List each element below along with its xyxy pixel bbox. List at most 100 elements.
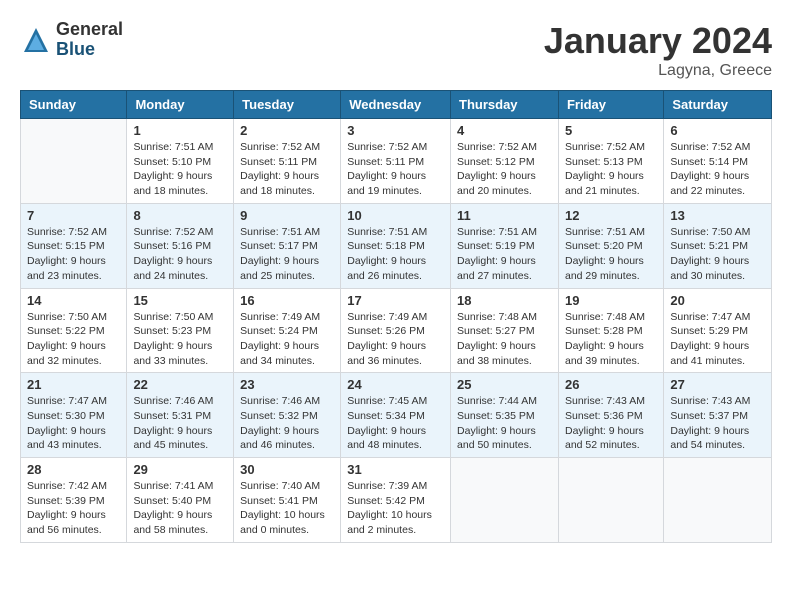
day-number: 15 — [133, 293, 227, 308]
calendar-cell: 16 Sunrise: 7:49 AM Sunset: 5:24 PM Dayli… — [234, 288, 341, 373]
day-info: Sunrise: 7:44 AM Sunset: 5:35 PM Dayligh… — [457, 394, 552, 453]
day-info: Sunrise: 7:50 AM Sunset: 5:23 PM Dayligh… — [133, 310, 227, 369]
logo-general: General — [56, 20, 123, 40]
day-info: Sunrise: 7:50 AM Sunset: 5:22 PM Dayligh… — [27, 310, 120, 369]
calendar-cell: 8 Sunrise: 7:52 AM Sunset: 5:16 PM Daylig… — [127, 203, 234, 288]
day-number: 5 — [565, 123, 657, 138]
col-header-friday: Friday — [558, 91, 663, 119]
logo: General Blue — [20, 20, 123, 60]
calendar-cell: 21 Sunrise: 7:47 AM Sunset: 5:30 PM Dayli… — [21, 373, 127, 458]
day-info: Sunrise: 7:52 AM Sunset: 5:13 PM Dayligh… — [565, 140, 657, 199]
day-info: Sunrise: 7:42 AM Sunset: 5:39 PM Dayligh… — [27, 479, 120, 538]
day-info: Sunrise: 7:48 AM Sunset: 5:28 PM Dayligh… — [565, 310, 657, 369]
day-number: 25 — [457, 377, 552, 392]
day-info: Sunrise: 7:52 AM Sunset: 5:16 PM Dayligh… — [133, 225, 227, 284]
day-info: Sunrise: 7:39 AM Sunset: 5:42 PM Dayligh… — [347, 479, 444, 538]
calendar-cell: 13Sunrise: 7:50 AM Sunset: 5:21 PM Dayli… — [664, 203, 772, 288]
calendar-cell: 23 Sunrise: 7:46 AM Sunset: 5:32 PM Dayli… — [234, 373, 341, 458]
calendar-cell: 26Sunrise: 7:43 AM Sunset: 5:36 PM Dayli… — [558, 373, 663, 458]
col-header-thursday: Thursday — [451, 91, 559, 119]
day-number: 30 — [240, 462, 334, 477]
day-info: Sunrise: 7:48 AM Sunset: 5:27 PM Dayligh… — [457, 310, 552, 369]
day-info: Sunrise: 7:52 AM Sunset: 5:11 PM Dayligh… — [347, 140, 444, 199]
week-row-5: 28 Sunrise: 7:42 AM Sunset: 5:39 PM Dayli… — [21, 458, 772, 543]
logo-text: General Blue — [56, 20, 123, 60]
day-info: Sunrise: 7:40 AM Sunset: 5:41 PM Dayligh… — [240, 479, 334, 538]
day-number: 10 — [347, 208, 444, 223]
calendar-cell: 22Sunrise: 7:46 AM Sunset: 5:31 PM Dayli… — [127, 373, 234, 458]
title-block: January 2024 Lagyna, Greece — [544, 20, 772, 80]
calendar-table: SundayMondayTuesdayWednesdayThursdayFrid… — [20, 90, 772, 543]
calendar-cell — [21, 119, 127, 204]
calendar-cell — [451, 458, 559, 543]
calendar-cell: 14 Sunrise: 7:50 AM Sunset: 5:22 PM Dayli… — [21, 288, 127, 373]
calendar-cell: 29Sunrise: 7:41 AM Sunset: 5:40 PM Dayli… — [127, 458, 234, 543]
day-number: 16 — [240, 293, 334, 308]
day-info: Sunrise: 7:52 AM Sunset: 5:14 PM Dayligh… — [670, 140, 765, 199]
calendar-cell: 15 Sunrise: 7:50 AM Sunset: 5:23 PM Dayli… — [127, 288, 234, 373]
day-number: 28 — [27, 462, 120, 477]
calendar-cell: 17Sunrise: 7:49 AM Sunset: 5:26 PM Dayli… — [341, 288, 451, 373]
calendar-cell — [558, 458, 663, 543]
col-header-wednesday: Wednesday — [341, 91, 451, 119]
day-number: 7 — [27, 208, 120, 223]
calendar-cell: 27Sunrise: 7:43 AM Sunset: 5:37 PM Dayli… — [664, 373, 772, 458]
day-info: Sunrise: 7:47 AM Sunset: 5:29 PM Dayligh… — [670, 310, 765, 369]
location: Lagyna, Greece — [544, 62, 772, 80]
day-number: 18 — [457, 293, 552, 308]
day-number: 14 — [27, 293, 120, 308]
day-number: 4 — [457, 123, 552, 138]
calendar-cell: 25 Sunrise: 7:44 AM Sunset: 5:35 PM Dayli… — [451, 373, 559, 458]
col-header-monday: Monday — [127, 91, 234, 119]
calendar-cell: 28 Sunrise: 7:42 AM Sunset: 5:39 PM Dayli… — [21, 458, 127, 543]
day-number: 26 — [565, 377, 657, 392]
day-number: 11 — [457, 208, 552, 223]
calendar-cell: 9Sunrise: 7:51 AM Sunset: 5:17 PM Daylig… — [234, 203, 341, 288]
day-number: 2 — [240, 123, 334, 138]
day-number: 21 — [27, 377, 120, 392]
day-info: Sunrise: 7:43 AM Sunset: 5:37 PM Dayligh… — [670, 394, 765, 453]
calendar-cell: 20 Sunrise: 7:47 AM Sunset: 5:29 PM Dayli… — [664, 288, 772, 373]
week-row-4: 21 Sunrise: 7:47 AM Sunset: 5:30 PM Dayli… — [21, 373, 772, 458]
logo-icon — [20, 24, 52, 56]
week-row-1: 1 Sunrise: 7:51 AM Sunset: 5:10 PM Daylig… — [21, 119, 772, 204]
calendar-cell: 19 Sunrise: 7:48 AM Sunset: 5:28 PM Dayli… — [558, 288, 663, 373]
week-row-3: 14 Sunrise: 7:50 AM Sunset: 5:22 PM Dayli… — [21, 288, 772, 373]
day-info: Sunrise: 7:41 AM Sunset: 5:40 PM Dayligh… — [133, 479, 227, 538]
day-number: 20 — [670, 293, 765, 308]
day-number: 23 — [240, 377, 334, 392]
page-header: General Blue January 2024 Lagyna, Greece — [20, 20, 772, 80]
day-info: Sunrise: 7:52 AM Sunset: 5:12 PM Dayligh… — [457, 140, 552, 199]
day-info: Sunrise: 7:46 AM Sunset: 5:32 PM Dayligh… — [240, 394, 334, 453]
calendar-cell: 24Sunrise: 7:45 AM Sunset: 5:34 PM Dayli… — [341, 373, 451, 458]
day-info: Sunrise: 7:51 AM Sunset: 5:19 PM Dayligh… — [457, 225, 552, 284]
calendar-cell: 4 Sunrise: 7:52 AM Sunset: 5:12 PM Daylig… — [451, 119, 559, 204]
calendar-cell: 10Sunrise: 7:51 AM Sunset: 5:18 PM Dayli… — [341, 203, 451, 288]
day-info: Sunrise: 7:49 AM Sunset: 5:26 PM Dayligh… — [347, 310, 444, 369]
calendar-cell: 5 Sunrise: 7:52 AM Sunset: 5:13 PM Daylig… — [558, 119, 663, 204]
day-number: 8 — [133, 208, 227, 223]
day-info: Sunrise: 7:51 AM Sunset: 5:10 PM Dayligh… — [133, 140, 227, 199]
day-info: Sunrise: 7:52 AM Sunset: 5:11 PM Dayligh… — [240, 140, 334, 199]
day-number: 31 — [347, 462, 444, 477]
day-info: Sunrise: 7:49 AM Sunset: 5:24 PM Dayligh… — [240, 310, 334, 369]
month-title: January 2024 — [544, 20, 772, 62]
calendar-cell: 18 Sunrise: 7:48 AM Sunset: 5:27 PM Dayli… — [451, 288, 559, 373]
col-header-saturday: Saturday — [664, 91, 772, 119]
calendar-cell: 3Sunrise: 7:52 AM Sunset: 5:11 PM Daylig… — [341, 119, 451, 204]
logo-blue: Blue — [56, 40, 123, 60]
day-number: 1 — [133, 123, 227, 138]
day-number: 13 — [670, 208, 765, 223]
col-header-tuesday: Tuesday — [234, 91, 341, 119]
day-info: Sunrise: 7:51 AM Sunset: 5:20 PM Dayligh… — [565, 225, 657, 284]
col-header-sunday: Sunday — [21, 91, 127, 119]
calendar-cell: 31 Sunrise: 7:39 AM Sunset: 5:42 PM Dayli… — [341, 458, 451, 543]
week-row-2: 7Sunrise: 7:52 AM Sunset: 5:15 PM Daylig… — [21, 203, 772, 288]
calendar-cell: 7Sunrise: 7:52 AM Sunset: 5:15 PM Daylig… — [21, 203, 127, 288]
day-info: Sunrise: 7:47 AM Sunset: 5:30 PM Dayligh… — [27, 394, 120, 453]
day-number: 22 — [133, 377, 227, 392]
day-number: 24 — [347, 377, 444, 392]
calendar-cell: 11 Sunrise: 7:51 AM Sunset: 5:19 PM Dayli… — [451, 203, 559, 288]
day-number: 19 — [565, 293, 657, 308]
calendar-cell: 2 Sunrise: 7:52 AM Sunset: 5:11 PM Daylig… — [234, 119, 341, 204]
